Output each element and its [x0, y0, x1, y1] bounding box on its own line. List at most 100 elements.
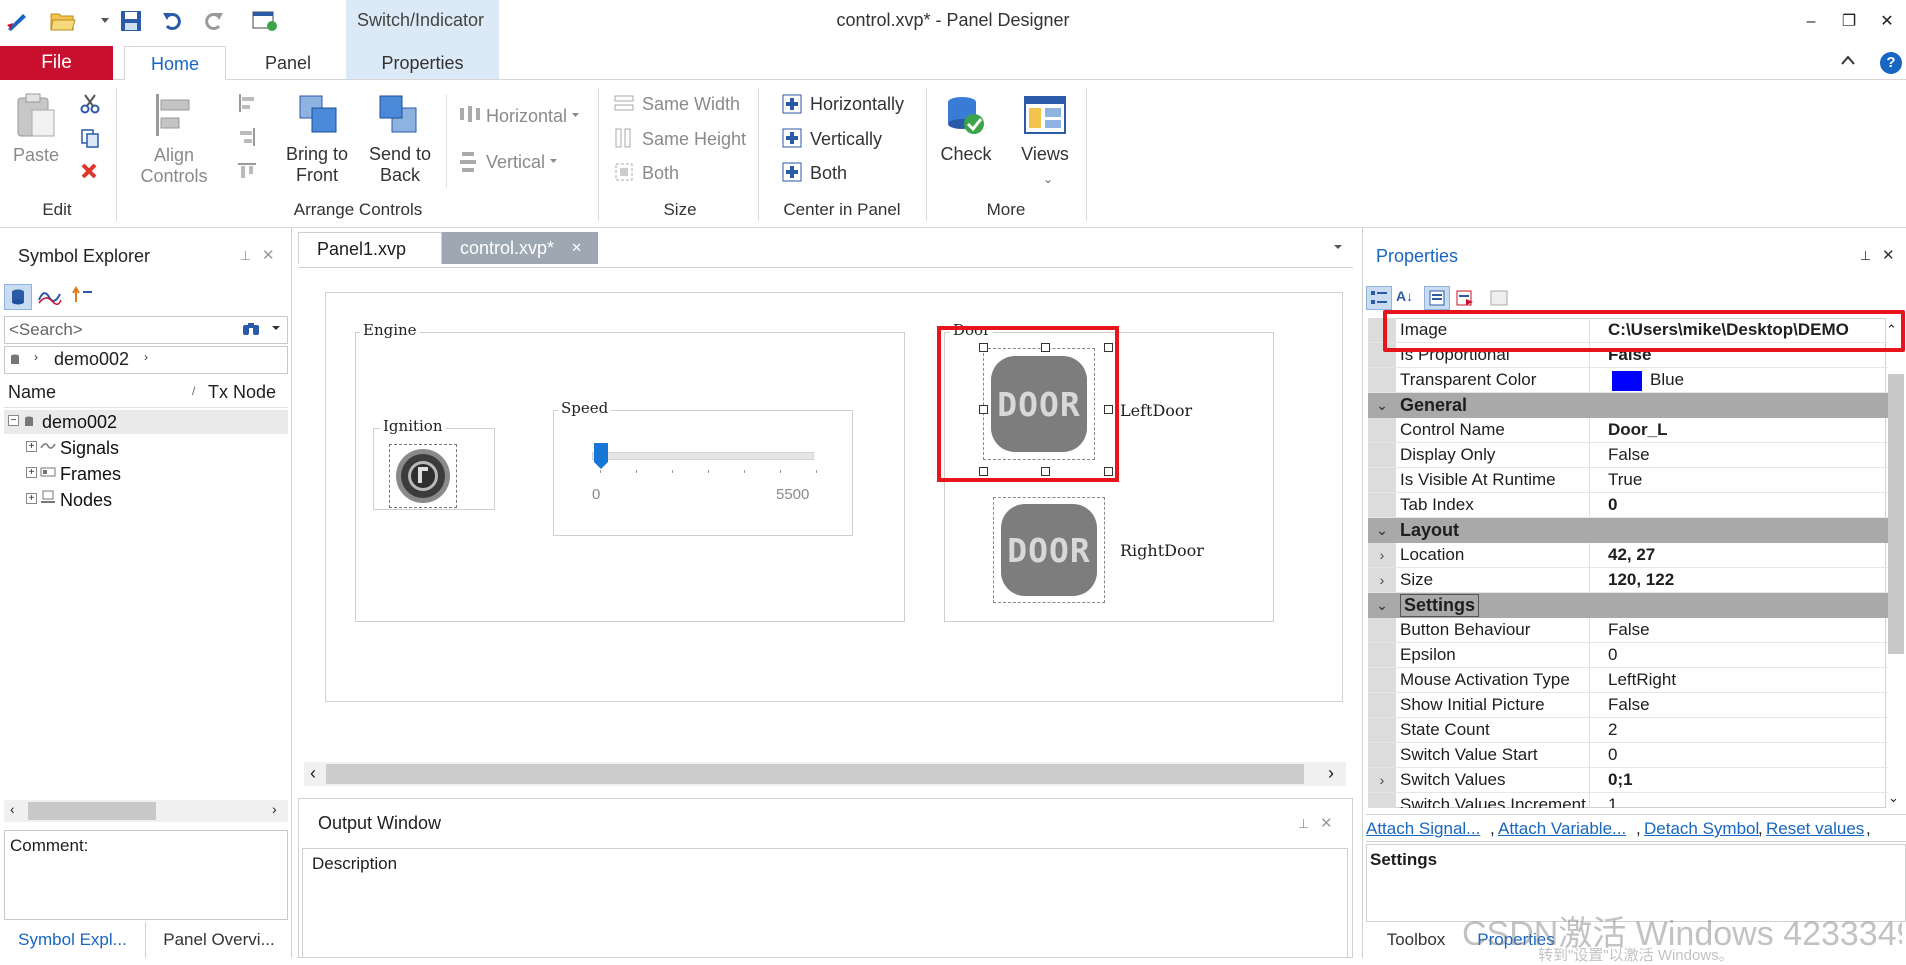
property-row-epsilon[interactable]: Epsilon 0 [1368, 643, 1888, 668]
property-value[interactable]: 0 [1608, 643, 1888, 668]
tab-toolbox[interactable]: Toolbox [1366, 922, 1466, 958]
tab-home[interactable]: Home [124, 46, 226, 81]
tree-item-demo002[interactable]: demo002 [42, 410, 117, 434]
breadcrumb-item[interactable]: demo002 [54, 349, 129, 370]
pin-icon[interactable]: ⊥ [1860, 248, 1871, 264]
property-grid-scrollbar[interactable] [1888, 374, 1904, 654]
tree-item-nodes[interactable]: Nodes [60, 488, 112, 512]
check-button[interactable]: Check [932, 144, 1000, 165]
minimize-button[interactable]: – [1796, 8, 1826, 36]
ignition-switch[interactable] [389, 444, 457, 508]
property-row-size[interactable]: › Size 120, 122 [1368, 568, 1888, 593]
chevron-down-icon[interactable] [1334, 245, 1342, 250]
send-to-back-label-1[interactable]: Send to [360, 144, 440, 165]
right-door-switch[interactable]: DOOR [993, 497, 1105, 603]
tree-toggle-icon[interactable]: − [8, 415, 19, 426]
property-row-transparent-color[interactable]: Transparent Color Blue [1368, 368, 1888, 393]
undo-icon[interactable] [160, 8, 186, 34]
center-horizontally-button[interactable]: Horizontally [810, 94, 904, 115]
category-layout[interactable]: ⌄ Layout [1368, 518, 1888, 543]
open-folder-icon[interactable] [50, 8, 76, 34]
scrollbar-thumb[interactable] [28, 802, 156, 820]
vertical-button[interactable]: Vertical [486, 152, 545, 173]
doc-tab-panel1[interactable]: Panel1.xvp [298, 232, 442, 264]
property-row-switch-values[interactable]: › Switch Values 0;1 [1368, 768, 1888, 793]
property-row-switch-values-increment[interactable]: Switch Values Increment 1 [1368, 793, 1888, 808]
tree-item-signals[interactable]: Signals [60, 436, 119, 460]
same-size-both-button[interactable]: Both [642, 163, 679, 184]
collapse-chevron-icon[interactable]: ⌄ [1372, 393, 1392, 418]
close-icon[interactable]: ✕ [1882, 246, 1895, 264]
property-row-mouse-activation-type[interactable]: Mouse Activation Type LeftRight [1368, 668, 1888, 693]
property-row-display-only[interactable]: Display Only False [1368, 443, 1888, 468]
property-row-tab-index[interactable]: Tab Index 0 [1368, 493, 1888, 518]
align-top-icon[interactable] [238, 162, 256, 180]
property-value[interactable]: 2 [1608, 718, 1888, 743]
scrollbar-thumb[interactable] [326, 764, 1304, 784]
detach-symbol-link[interactable]: Detach Symbol [1644, 819, 1759, 839]
app-icon[interactable] [4, 8, 30, 34]
tree-item-frames[interactable]: Frames [60, 462, 121, 486]
paste-button[interactable]: Paste [4, 145, 68, 166]
property-value[interactable]: True [1608, 468, 1888, 493]
collapse-chevron-icon[interactable]: ⌄ [1372, 593, 1392, 618]
collapse-ribbon-icon[interactable] [1840, 54, 1856, 66]
tab-file[interactable]: File [0, 46, 113, 80]
property-row-is-visible-at-runtime[interactable]: Is Visible At Runtime True [1368, 468, 1888, 493]
bring-to-front-label-2[interactable]: Front [280, 165, 354, 186]
align-controls-label-1[interactable]: Align [124, 145, 224, 166]
restore-button[interactable]: ❐ [1834, 8, 1864, 36]
property-value[interactable]: 120, 122 [1608, 568, 1888, 593]
binoculars-icon[interactable] [242, 320, 260, 336]
help-icon[interactable]: ? [1880, 52, 1902, 74]
property-row-control-name[interactable]: Control Name Door_L [1368, 418, 1888, 443]
property-value[interactable]: 0 [1608, 743, 1888, 768]
same-height-button[interactable]: Same Height [642, 129, 746, 150]
tree-toggle-icon[interactable]: + [26, 493, 37, 504]
tab-properties[interactable]: Properties [346, 46, 499, 81]
property-value[interactable]: False [1608, 443, 1888, 468]
attach-signal-link[interactable]: Attach Signal... [1366, 819, 1480, 839]
scroll-left-icon[interactable]: ‹ [310, 763, 316, 784]
scroll-right-icon[interactable]: › [272, 801, 277, 817]
window-icon[interactable] [252, 8, 278, 34]
property-row-state-count[interactable]: State Count 2 [1368, 718, 1888, 743]
cut-icon[interactable] [80, 94, 100, 114]
column-header-tx-node[interactable]: Tx Node [208, 382, 276, 403]
category-settings[interactable]: ⌄ Settings [1368, 593, 1888, 618]
same-width-button[interactable]: Same Width [642, 94, 740, 115]
attach-variable-link[interactable]: Attach Variable... [1498, 819, 1626, 839]
expand-chevron-icon[interactable]: › [1372, 568, 1392, 593]
close-button[interactable]: ✕ [1872, 8, 1902, 36]
dropdown-arrow-icon[interactable] [92, 8, 118, 34]
save-icon[interactable] [118, 8, 144, 34]
property-row-button-behaviour[interactable]: Button Behaviour False [1368, 618, 1888, 643]
align-controls-label-2[interactable]: Controls [124, 166, 224, 187]
property-value[interactable]: LeftRight [1608, 668, 1888, 693]
property-value[interactable]: False [1608, 693, 1888, 718]
tree-toggle-icon[interactable]: + [26, 467, 37, 478]
close-icon[interactable]: ✕ [262, 246, 275, 264]
chevron-down-icon[interactable] [272, 326, 280, 331]
category-general[interactable]: ⌄ General [1368, 393, 1888, 418]
column-header-description[interactable]: Description [312, 854, 397, 874]
speed-slider-thumb[interactable] [593, 442, 609, 470]
close-icon[interactable]: ✕ [571, 232, 582, 264]
scroll-left-icon[interactable]: ‹ [10, 801, 15, 817]
property-value[interactable]: Door_L [1608, 418, 1888, 443]
copy-icon[interactable] [80, 128, 100, 148]
pin-icon[interactable]: ⊥ [240, 248, 251, 264]
alphabetical-icon[interactable]: A↓ [1396, 288, 1413, 304]
tab-panel[interactable]: Panel [240, 46, 336, 81]
property-value[interactable]: 42, 27 [1608, 543, 1888, 568]
tree-toggle-icon[interactable]: + [26, 441, 37, 452]
events-icon[interactable] [1456, 290, 1474, 306]
bring-to-front-label-1[interactable]: Bring to [280, 144, 354, 165]
reset-values-link[interactable]: Reset values [1766, 819, 1864, 839]
center-both-button[interactable]: Both [810, 163, 847, 184]
scroll-up-icon[interactable]: ⌃ [1886, 322, 1897, 338]
property-pages-disabled-icon[interactable] [1490, 290, 1508, 306]
property-row-location[interactable]: › Location 42, 27 [1368, 543, 1888, 568]
scroll-right-icon[interactable]: › [1328, 763, 1334, 784]
expand-chevron-icon[interactable]: › [1372, 543, 1392, 568]
